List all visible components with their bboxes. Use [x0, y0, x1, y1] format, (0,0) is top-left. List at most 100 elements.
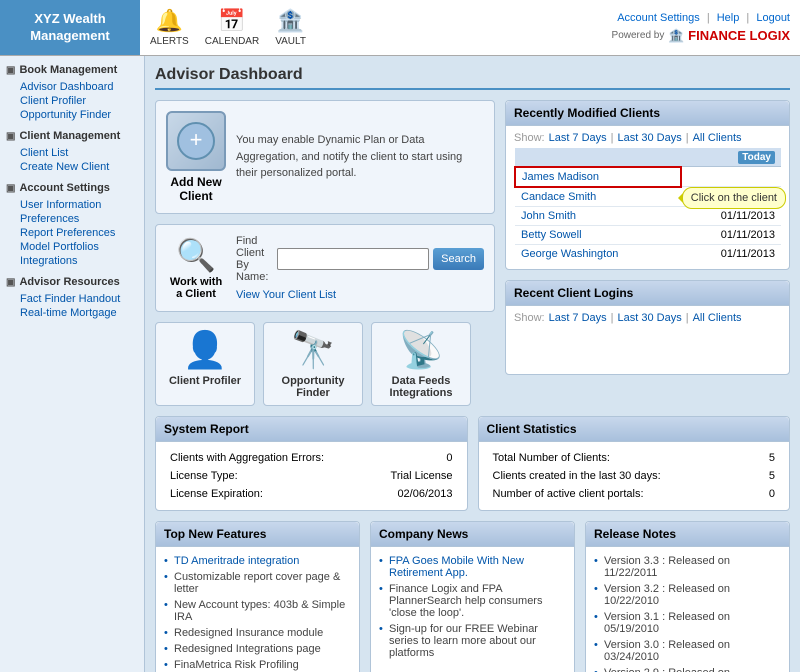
company-news-panel: Company News FPA Goes Mobile With New Re…	[370, 521, 575, 672]
nav-vault[interactable]: 🏦 VAULT	[275, 8, 306, 47]
book-management-toggle[interactable]: ▣	[6, 65, 15, 76]
feature-item-0: TD Ameritrade integration	[164, 553, 351, 569]
recent-logins-panel: Recent Client Logins Show: Last 7 Days |…	[505, 280, 790, 375]
header: XYZ Wealth Management 🔔 ALERTS 📅 CALENDA…	[0, 0, 800, 56]
client-link-james[interactable]: James Madison	[522, 171, 599, 183]
recently-modified-body: Show: Last 7 Days | Last 30 Days | All C…	[506, 126, 789, 269]
work-card-right: Find Client By Name: Search View Your Cl…	[236, 235, 484, 301]
logout-link[interactable]: Logout	[756, 12, 790, 24]
nav-alerts[interactable]: 🔔 ALERTS	[150, 8, 189, 47]
vault-icon: 🏦	[277, 8, 304, 34]
nav-calendar[interactable]: 📅 CALENDAR	[205, 8, 259, 47]
sidebar-create-new-client[interactable]: Create New Client	[6, 160, 138, 174]
data-feeds-icon: 📡	[399, 329, 444, 371]
release-notes-body: Version 3.3 : Released on 11/22/2011 Ver…	[586, 547, 789, 672]
recently-modified-show-row: Show: Last 7 Days | Last 30 Days | All C…	[514, 132, 781, 144]
client-statistics-body: Total Number of Clients: 5 Clients creat…	[479, 442, 790, 510]
sidebar-advisor-dashboard[interactable]: Advisor Dashboard	[6, 80, 138, 94]
logins-show-all-clients[interactable]: All Clients	[693, 312, 742, 324]
client-management-toggle[interactable]: ▣	[6, 131, 15, 142]
work-with-client-icon[interactable]: 🔍 Work with a Client	[166, 236, 226, 300]
release-item-3: Version 3.0 : Released on 03/24/2010	[594, 637, 781, 665]
opportunity-finder-label: Opportunity Finder	[270, 375, 356, 399]
add-new-client-description: You may enable Dynamic Plan or Data Aggr…	[236, 132, 484, 182]
account-settings-toggle[interactable]: ▣	[6, 183, 15, 194]
sidebar-section-account-settings: ▣ Account Settings	[6, 182, 138, 194]
sidebar-section-advisor-resources: ▣ Advisor Resources	[6, 276, 138, 288]
show-all-clients[interactable]: All Clients	[693, 132, 742, 144]
help-link[interactable]: Help	[717, 12, 740, 24]
news-item-0: FPA Goes Mobile With New Retirement App.	[379, 553, 566, 581]
client-statistics-table: Total Number of Clients: 5 Clients creat…	[487, 448, 782, 504]
opportunity-finder-card[interactable]: 🔭 Opportunity Finder	[263, 322, 363, 406]
logins-show-last-7-days[interactable]: Last 7 Days	[549, 312, 607, 324]
search-button[interactable]: Search	[433, 248, 484, 270]
sidebar-client-list[interactable]: Client List	[6, 146, 138, 160]
feature-link-0[interactable]: TD Ameritrade integration	[174, 555, 299, 567]
sidebar-fact-finder[interactable]: Fact Finder Handout	[6, 292, 138, 306]
sidebar-user-information[interactable]: User Information	[6, 198, 138, 212]
feature-item-1: Customizable report cover page & letter	[164, 569, 351, 597]
finance-logix-logo: 🏦 FINANCE LOGIX	[668, 28, 790, 44]
client-profiler-icon: 👤	[183, 329, 228, 371]
sidebar-client-profiler[interactable]: Client Profiler	[6, 94, 138, 108]
add-new-client-label: Add New Client	[166, 175, 226, 203]
recently-modified-table: Today James Madison Click on the client	[514, 148, 781, 263]
advisor-resources-toggle[interactable]: ▣	[6, 277, 15, 288]
sidebar-realtime-mortgage[interactable]: Real-time Mortgage	[6, 306, 138, 320]
sidebar-report-preferences[interactable]: Report Preferences	[6, 226, 138, 240]
page-title: Advisor Dashboard	[155, 66, 790, 90]
find-client-row: Find Client By Name: Search	[236, 235, 484, 283]
right-panels: Recently Modified Clients Show: Last 7 D…	[505, 100, 790, 406]
sidebar-integrations[interactable]: Integrations	[6, 254, 138, 268]
add-new-client-icon[interactable]: +	[166, 111, 226, 171]
client-link-candace[interactable]: Candace Smith	[521, 191, 596, 203]
report-row-2: License Expiration: 02/06/2013	[166, 486, 457, 502]
icon-row: 👤 Client Profiler 🔭 Opportunity Finder 📡…	[155, 322, 495, 406]
client-link-john[interactable]: John Smith	[521, 210, 576, 222]
system-report-header: System Report	[156, 417, 467, 442]
sidebar-preferences[interactable]: Preferences	[6, 212, 138, 226]
client-link-george[interactable]: George Washington	[521, 248, 618, 260]
sidebar-opportunity-finder[interactable]: Opportunity Finder	[6, 108, 138, 122]
recent-logins-header: Recent Client Logins	[506, 281, 789, 306]
news-row: Top New Features TD Ameritrade integrati…	[155, 521, 790, 672]
recently-modified-panel: Recently Modified Clients Show: Last 7 D…	[505, 100, 790, 270]
company-news-list: FPA Goes Mobile With New Retirement App.…	[379, 553, 566, 661]
report-row-1: License Type: Trial License	[166, 468, 457, 484]
sidebar-model-portfolios[interactable]: Model Portfolios	[6, 240, 138, 254]
data-feeds-card[interactable]: 📡 Data Feeds Integrations	[371, 322, 471, 406]
client-link-betty[interactable]: Betty Sowell	[521, 229, 582, 241]
feature-item-4: Redesigned Integrations page	[164, 641, 351, 657]
account-settings-link[interactable]: Account Settings	[617, 12, 700, 24]
sidebar-section-book-management: ▣ Book Management	[6, 64, 138, 76]
logins-show-last-30-days[interactable]: Last 30 Days	[618, 312, 682, 324]
show-last-7-days[interactable]: Last 7 Days	[549, 132, 607, 144]
logo-text: XYZ Wealth Management	[30, 11, 109, 45]
client-statistics-header: Client Statistics	[479, 417, 790, 442]
content-area: Advisor Dashboard + Add New Client	[145, 56, 800, 672]
tooltip-click-client: Click on the client	[682, 187, 786, 209]
client-profiler-card[interactable]: 👤 Client Profiler	[155, 322, 255, 406]
news-link-0[interactable]: FPA Goes Mobile With New Retirement App.	[389, 555, 524, 579]
recent-logins-body: Show: Last 7 Days | Last 30 Days | All C…	[506, 306, 789, 374]
release-item-0: Version 3.3 : Released on 11/22/2011	[594, 553, 781, 581]
system-report-body: Clients with Aggregation Errors: 0 Licen…	[156, 442, 467, 510]
feature-item-2: New Account types: 403b & Simple IRA	[164, 597, 351, 625]
client-row-james[interactable]: James Madison Click on the client	[515, 167, 781, 187]
opportunity-finder-icon: 🔭	[291, 329, 336, 371]
find-client-input[interactable]	[277, 248, 429, 270]
system-report-panel: System Report Clients with Aggregation E…	[155, 416, 468, 511]
release-item-4: Version 2.9 : Released on 11/17/2009	[594, 665, 781, 672]
release-item-2: Version 3.1 : Released on 05/19/2010	[594, 609, 781, 637]
news-item-1: Finance Logix and FPA PlannerSearch help…	[379, 581, 566, 621]
client-row-george[interactable]: George Washington 01/11/2013	[515, 244, 781, 263]
view-client-list-link[interactable]: View Your Client List	[236, 289, 336, 301]
left-panels: + Add New Client You may enable Dynamic …	[155, 100, 495, 406]
show-last-30-days[interactable]: Last 30 Days	[618, 132, 682, 144]
svg-text:+: +	[190, 127, 203, 152]
nav-bar: 🔔 ALERTS 📅 CALENDAR 🏦 VAULT	[140, 0, 316, 55]
client-row-betty[interactable]: Betty Sowell 01/11/2013	[515, 225, 781, 244]
calendar-icon: 📅	[218, 8, 245, 34]
main-layout: ▣ Book Management Advisor Dashboard Clie…	[0, 56, 800, 672]
